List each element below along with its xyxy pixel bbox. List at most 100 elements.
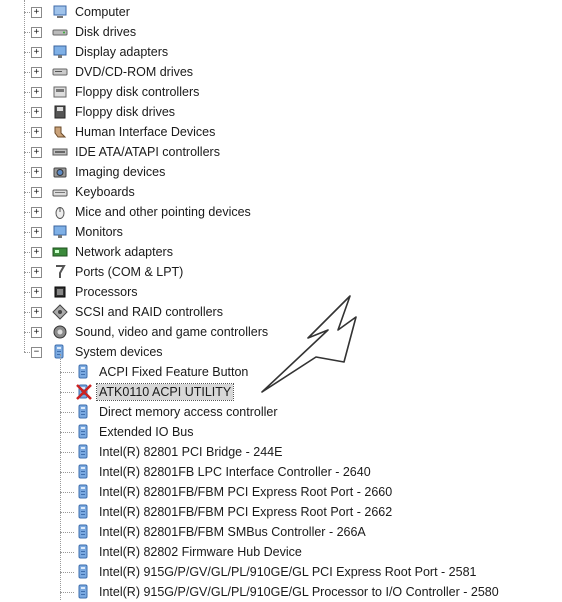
system-device-item[interactable]: ATK0110 ACPI UTILITY: [0, 382, 560, 402]
tree-category-sound-video-and-game-controllers[interactable]: + Sound, video and game controllers: [0, 322, 540, 342]
expand-icon[interactable]: +: [31, 247, 42, 258]
system-device-item[interactable]: Direct memory access controller: [0, 402, 560, 422]
keyboard-icon: [52, 189, 68, 197]
device-label: Intel(R) 915G/P/GV/GL/PL/910GE/GL Proces…: [99, 585, 499, 599]
system-device-item[interactable]: Intel(R) 82802 Firmware Hub Device: [0, 542, 560, 562]
scsi-icon: [52, 304, 68, 320]
tree-category-dvd-cd-rom-drives[interactable]: + DVD/CD-ROM drives: [0, 62, 540, 82]
expand-icon[interactable]: +: [31, 327, 42, 338]
tree-spine-children: [60, 354, 61, 600]
expand-icon[interactable]: +: [31, 187, 42, 198]
device-label: Intel(R) 82801FB/FBM PCI Express Root Po…: [99, 485, 393, 499]
system-device-item[interactable]: Intel(R) 82801 PCI Bridge - 244E: [0, 442, 560, 462]
system-device-icon: [78, 404, 88, 419]
device-label: Intel(R) 82801FB LPC Interface Controlle…: [99, 465, 371, 479]
disabled-device-icon: [76, 384, 92, 400]
system-device-icon: [78, 464, 88, 479]
expand-icon[interactable]: +: [31, 87, 42, 98]
expand-icon[interactable]: +: [31, 287, 42, 298]
tree-category-label: Processors: [75, 285, 138, 299]
device-label: Intel(R) 82801 PCI Bridge - 244E: [99, 445, 283, 459]
system-device-icon: [78, 504, 88, 519]
tree-category-ide-ata-atapi-controllers[interactable]: + IDE ATA/ATAPI controllers: [0, 142, 540, 162]
tree-category-keyboards[interactable]: + Keyboards: [0, 182, 540, 202]
system-device-icon: [78, 564, 88, 579]
tree-category-label: Imaging devices: [75, 165, 166, 179]
tree-category-scsi-and-raid-controllers[interactable]: + SCSI and RAID controllers: [0, 302, 540, 322]
ide-icon: [52, 148, 68, 156]
expand-icon[interactable]: +: [31, 47, 42, 58]
device-label: Direct memory access controller: [99, 405, 278, 419]
expand-icon[interactable]: +: [31, 147, 42, 158]
expand-icon[interactable]: +: [31, 267, 42, 278]
system-device-item[interactable]: Intel(R) 82801FB/FBM PCI Express Root Po…: [0, 482, 560, 502]
tree-category-mice-and-other-pointing-devices[interactable]: + Mice and other pointing devices: [0, 202, 540, 222]
monitor-icon: [53, 225, 67, 238]
cdrom-icon: [52, 68, 68, 76]
system-device-icon: [78, 584, 88, 599]
mouse-icon: [55, 207, 65, 219]
monitor-icon: [53, 45, 67, 58]
controller-icon: [53, 86, 67, 98]
tree-category-label: Human Interface Devices: [75, 125, 216, 139]
tree-category-label: Display adapters: [75, 45, 169, 59]
tree-category-label: DVD/CD-ROM drives: [75, 65, 194, 79]
tree-spine: [24, 0, 25, 352]
system-device-item[interactable]: Intel(R) 82801FB/FBM PCI Express Root Po…: [0, 502, 560, 522]
device-label: Extended IO Bus: [99, 425, 194, 439]
tree-category-label: Ports (COM & LPT): [75, 265, 184, 279]
device-label: Intel(R) 82801FB/FBM SMBus Controller - …: [99, 525, 366, 539]
tree-category-floppy-disk-drives[interactable]: + Floppy disk drives: [0, 102, 540, 122]
tree-category-label: SCSI and RAID controllers: [75, 305, 223, 319]
device-label: ACPI Fixed Feature Button: [99, 365, 249, 379]
floppy-icon: [54, 105, 66, 119]
tree-category-floppy-disk-controllers[interactable]: + Floppy disk controllers: [0, 82, 540, 102]
tree-category-human-interface-devices[interactable]: + Human Interface Devices: [0, 122, 540, 142]
expand-icon[interactable]: +: [31, 207, 42, 218]
network-icon: [52, 247, 68, 257]
tree-category-label: Floppy disk drives: [75, 105, 176, 119]
tree-category-label: Keyboards: [75, 185, 135, 199]
system-device-icon: [78, 544, 88, 559]
expand-icon[interactable]: +: [31, 107, 42, 118]
port-icon: [56, 265, 66, 278]
tree-category-label: IDE ATA/ATAPI controllers: [75, 145, 220, 159]
hid-icon: [54, 126, 67, 138]
device-manager-tree: + Computer + Disk drives + Display adapters + D…: [0, 0, 562, 600]
tree-category-computer[interactable]: + Computer: [0, 2, 540, 22]
system-device-item[interactable]: Extended IO Bus: [0, 422, 560, 442]
system-device-item[interactable]: ACPI Fixed Feature Button: [0, 362, 560, 382]
tree-category-label: Sound, video and game controllers: [75, 325, 269, 339]
system-device-item[interactable]: Intel(R) 915G/P/GV/GL/PL/910GE/GL PCI Ex…: [0, 562, 560, 582]
tree-category-network-adapters[interactable]: + Network adapters: [0, 242, 540, 262]
tree-category-monitors[interactable]: + Monitors: [0, 222, 540, 242]
tree-category-ports-com-lpt[interactable]: + Ports (COM & LPT): [0, 262, 540, 282]
expand-icon[interactable]: +: [31, 167, 42, 178]
tree-category-imaging-devices[interactable]: + Imaging devices: [0, 162, 540, 182]
system-device-icon: [78, 364, 88, 379]
expand-icon[interactable]: +: [31, 67, 42, 78]
tree-category-label: Computer: [75, 5, 130, 19]
tree-category-label: Network adapters: [75, 245, 173, 259]
tree-category-disk-drives[interactable]: + Disk drives: [0, 22, 540, 42]
expand-icon[interactable]: +: [31, 27, 42, 38]
selected-device-label: ATK0110 ACPI UTILITY: [95, 383, 235, 401]
system-device-item[interactable]: Intel(R) 82801FB LPC Interface Controlle…: [0, 462, 560, 482]
tree-category-display-adapters[interactable]: + Display adapters: [0, 42, 540, 62]
system-device-icon: [78, 484, 88, 499]
collapse-icon[interactable]: −: [31, 347, 42, 358]
device-label: Intel(R) 82802 Firmware Hub Device: [99, 545, 302, 559]
tree-category-processors[interactable]: + Processors: [0, 282, 540, 302]
expand-icon[interactable]: +: [31, 127, 42, 138]
system-device-item[interactable]: Intel(R) 915G/P/GV/GL/PL/910GE/GL Proces…: [0, 582, 560, 602]
tree-category-label: Monitors: [75, 225, 123, 239]
sound-icon: [53, 325, 67, 339]
expand-icon[interactable]: +: [31, 7, 42, 18]
disk-drive-icon: [52, 29, 68, 36]
tree-category-system-devices[interactable]: − System devices: [0, 342, 540, 362]
expand-icon[interactable]: +: [31, 307, 42, 318]
expand-icon[interactable]: +: [31, 227, 42, 238]
system-device-item[interactable]: Intel(R) 82801FB/FBM SMBus Controller - …: [0, 522, 560, 542]
system-device-icon: [78, 444, 88, 459]
processor-icon: [54, 286, 66, 298]
